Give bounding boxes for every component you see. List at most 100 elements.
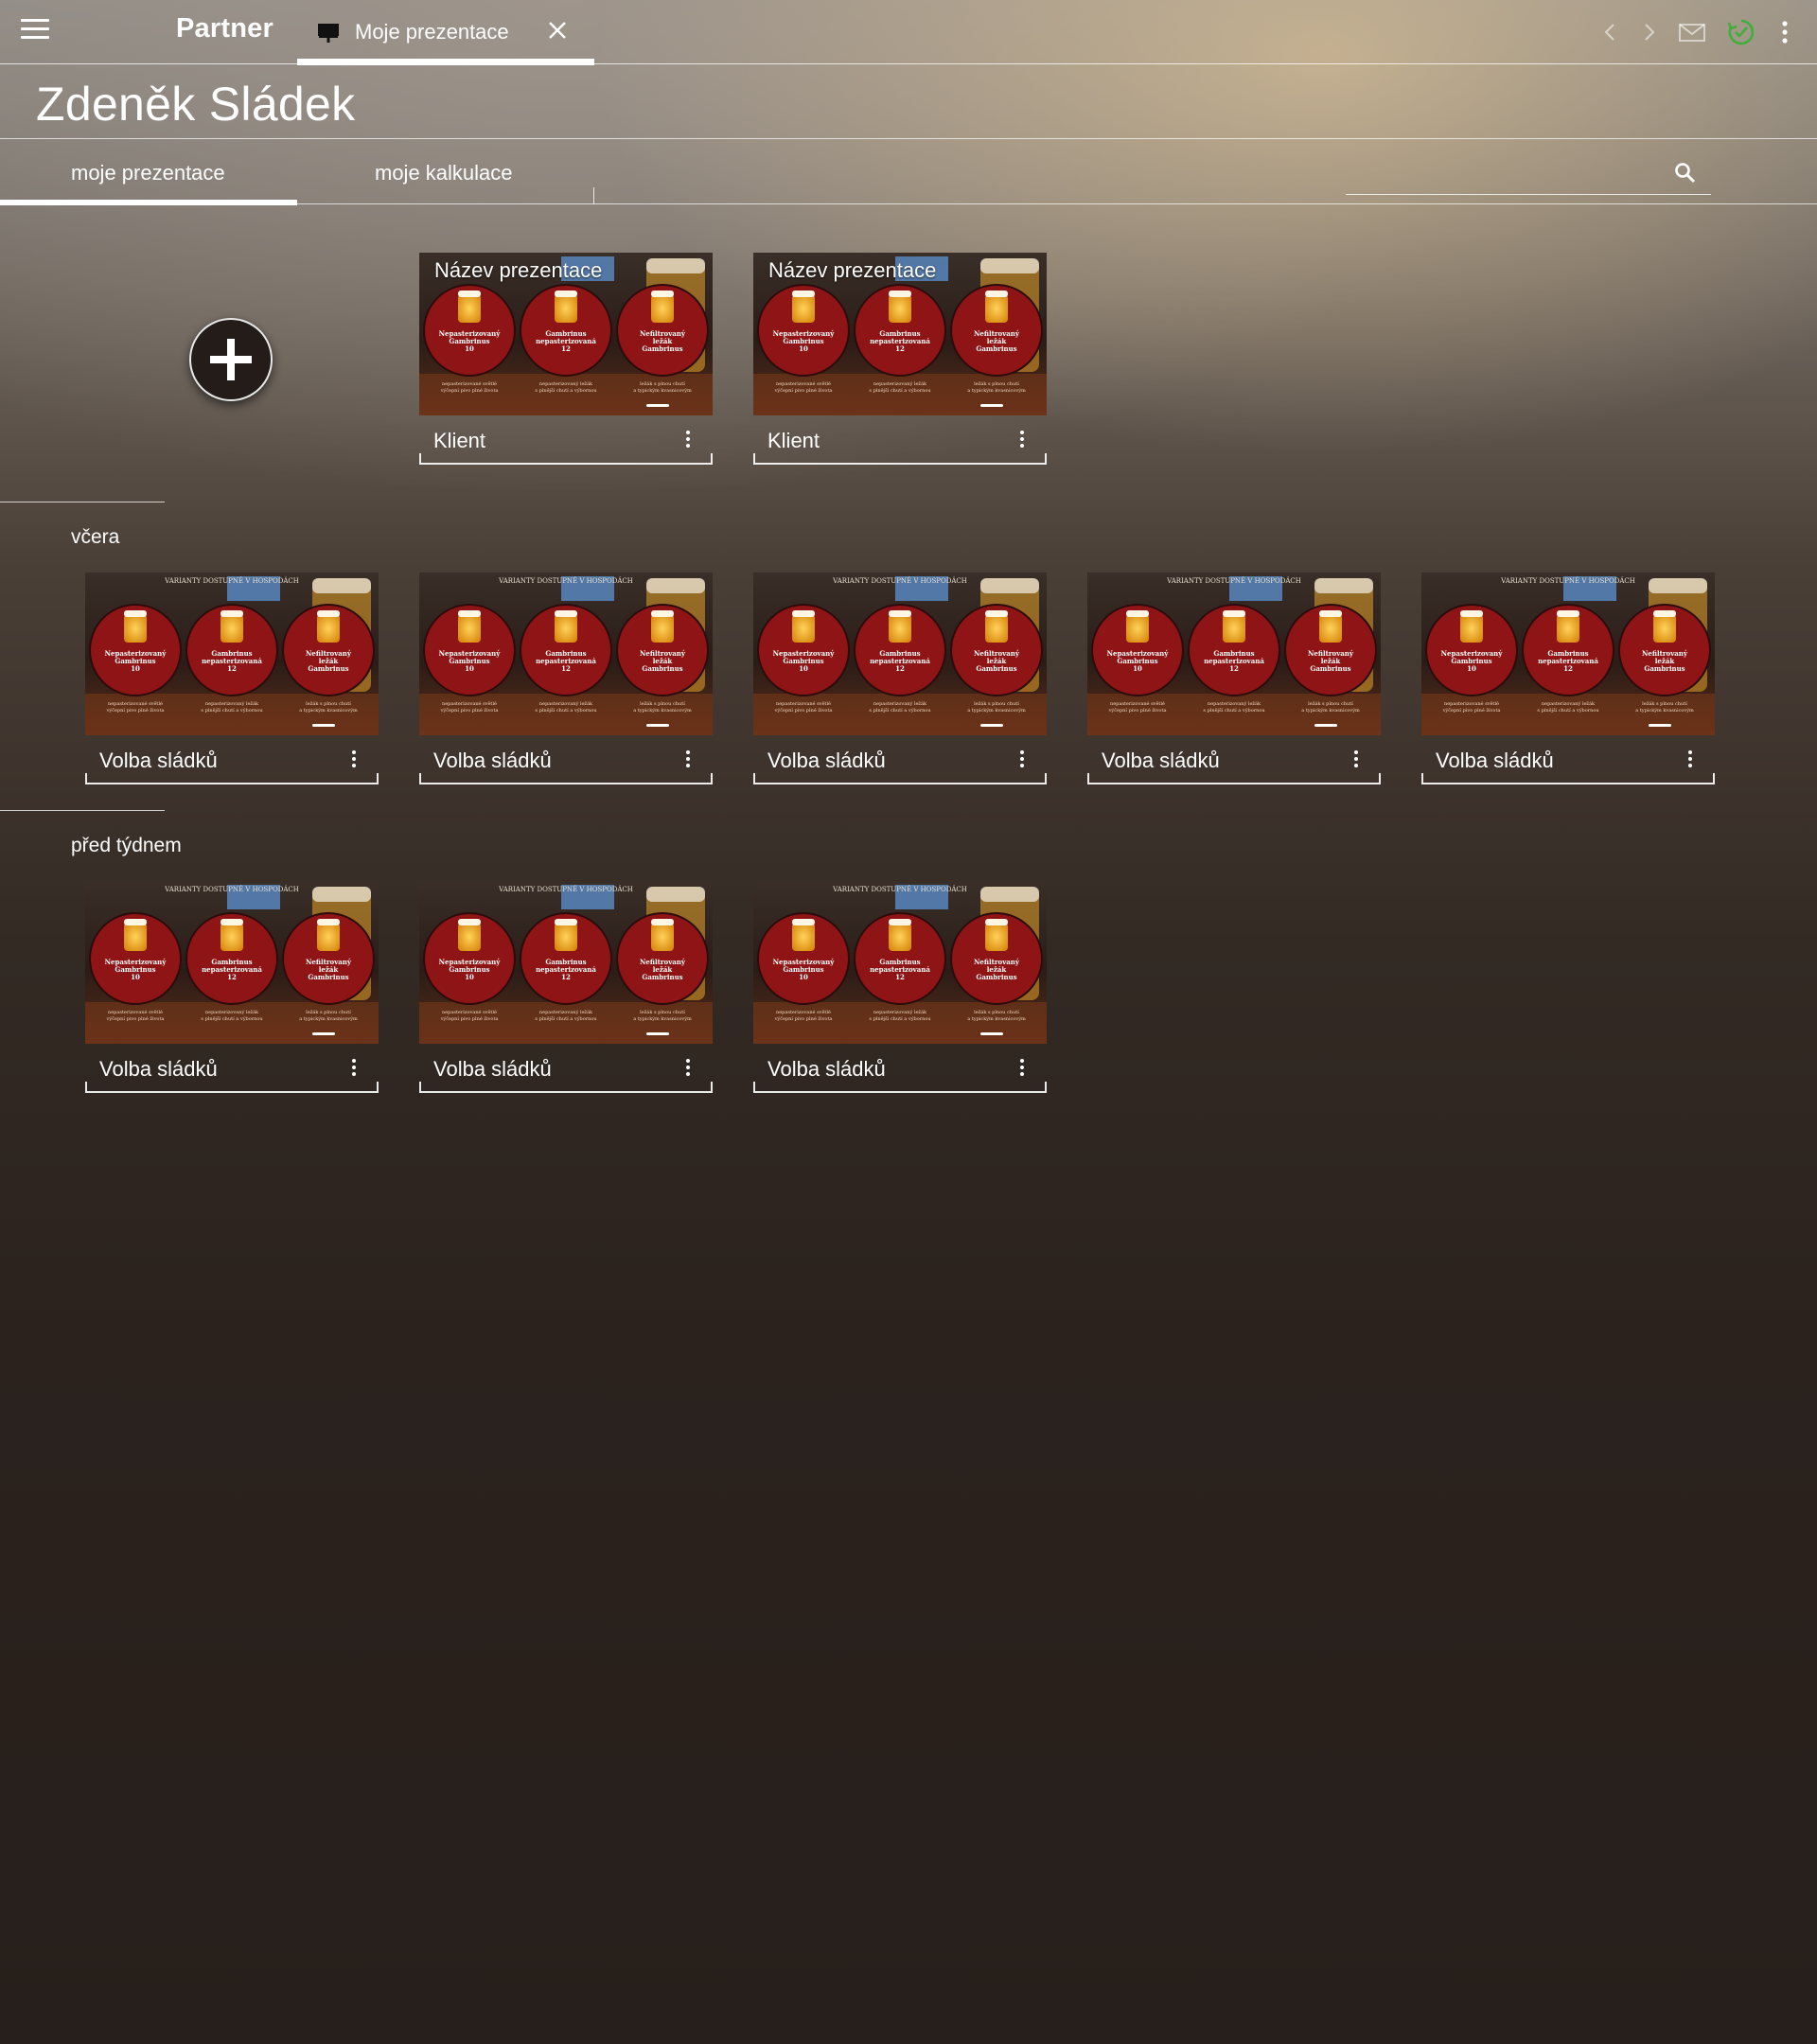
svg-text:ležák s plnou chutí: ležák s plnou chutí xyxy=(1308,700,1353,707)
card-caption: Volba sládků xyxy=(433,1057,552,1081)
svg-text:nepasterizovaný ležák: nepasterizovaný ležák xyxy=(873,700,927,707)
svg-text:12: 12 xyxy=(895,973,905,981)
search-input[interactable] xyxy=(1346,151,1667,193)
section-divider xyxy=(0,810,165,811)
presentation-icon xyxy=(318,24,339,43)
tab-moje-prezentace-list[interactable]: moje prezentace xyxy=(0,140,297,205)
svg-text:10: 10 xyxy=(1133,664,1142,673)
more-vert-icon[interactable] xyxy=(344,1057,363,1082)
presentation-card[interactable]: Nepasterizovaný Gambrinus 10 nepasterizovan… xyxy=(419,253,713,465)
svg-text:a typickým kvasnicovým: a typickým kvasnicovým xyxy=(967,707,1026,714)
svg-text:12: 12 xyxy=(561,973,571,981)
card-caption: Volba sládků xyxy=(1102,749,1220,772)
subtab-label: moje kalkulace xyxy=(375,161,513,185)
svg-text:s plnější chutí a výbornou: s plnější chutí a výbornou xyxy=(535,387,597,394)
more-vert-icon[interactable] xyxy=(1347,749,1366,773)
presentation-card[interactable]: VARIANTY DOSTUPNÉ V HOSPODÁCH Nepasterizo… xyxy=(1087,573,1381,784)
svg-text:12: 12 xyxy=(1563,664,1573,673)
svg-text:ležák s plnou chutí: ležák s plnou chutí xyxy=(640,1009,685,1015)
svg-text:12: 12 xyxy=(227,664,237,673)
tab-active-indicator xyxy=(297,59,594,65)
card-caption-bar: Volba sládků xyxy=(419,1044,713,1093)
svg-text:VARIANTY DOSTUPNÉ V HOSPODÁCH: VARIANTY DOSTUPNÉ V HOSPODÁCH xyxy=(832,576,967,585)
hamburger-icon[interactable] xyxy=(21,19,49,42)
svg-text:Gambrinus: Gambrinus xyxy=(642,344,682,353)
card-caption-bar: Volba sládků xyxy=(753,1044,1047,1093)
presentation-card[interactable]: Nepasterizovaný Gambrinus 10 nepasterizovan… xyxy=(753,253,1047,465)
presentation-card[interactable]: VARIANTY DOSTUPNÉ V HOSPODÁCH Nepasterizo… xyxy=(85,881,379,1093)
chevron-left-icon[interactable] xyxy=(1596,17,1626,47)
more-vert-icon[interactable] xyxy=(1770,17,1800,47)
svg-text:10: 10 xyxy=(465,664,474,673)
more-vert-icon[interactable] xyxy=(1681,749,1700,773)
card-caption: Volba sládků xyxy=(433,749,552,772)
brand-title: Partner xyxy=(176,13,273,44)
svg-text:ležák s plnou chutí: ležák s plnou chutí xyxy=(640,380,685,387)
svg-text:ležák s plnou chutí: ležák s plnou chutí xyxy=(974,1009,1019,1015)
more-vert-icon[interactable] xyxy=(679,1057,697,1082)
subtab-active-indicator xyxy=(0,200,297,205)
add-presentation-button[interactable] xyxy=(189,318,273,401)
svg-text:ležák s plnou chutí: ležák s plnou chutí xyxy=(306,700,351,707)
svg-text:a typickým kvasnicovým: a typickým kvasnicovým xyxy=(633,707,692,714)
presentation-card[interactable]: VARIANTY DOSTUPNÉ V HOSPODÁCH Nepasterizo… xyxy=(753,573,1047,784)
svg-text:12: 12 xyxy=(561,344,571,353)
svg-text:nepasterizované světlé: nepasterizované světlé xyxy=(776,380,831,387)
svg-text:Gambrinus: Gambrinus xyxy=(642,664,682,673)
svg-text:Gambrinus: Gambrinus xyxy=(1644,664,1685,673)
sync-check-icon[interactable] xyxy=(1726,17,1756,47)
presentation-card[interactable]: VARIANTY DOSTUPNÉ V HOSPODÁCH Nepasterizo… xyxy=(85,573,379,784)
svg-text:nepasterizovaný ležák: nepasterizovaný ležák xyxy=(873,1009,927,1015)
presentation-card[interactable]: VARIANTY DOSTUPNÉ V HOSPODÁCH Nepasterizo… xyxy=(419,573,713,784)
svg-text:s plnější chutí a výbornou: s plnější chutí a výbornou xyxy=(1203,707,1265,714)
more-vert-icon[interactable] xyxy=(679,429,697,453)
svg-text:VARIANTY DOSTUPNÉ V HOSPODÁCH: VARIANTY DOSTUPNÉ V HOSPODÁCH xyxy=(498,885,633,893)
search-icon[interactable] xyxy=(1673,161,1698,185)
more-vert-icon[interactable] xyxy=(344,749,363,773)
svg-text:Gambrinus: Gambrinus xyxy=(308,664,348,673)
user-header: Zdeněk Sládek xyxy=(0,65,1817,139)
svg-text:ležák s plnou chutí: ležák s plnou chutí xyxy=(974,700,1019,707)
card-caption-bar: Volba sládků xyxy=(85,735,379,784)
svg-text:VARIANTY DOSTUPNÉ V HOSPODÁCH: VARIANTY DOSTUPNÉ V HOSPODÁCH xyxy=(1500,576,1635,585)
svg-text:nepasterizované světlé: nepasterizované světlé xyxy=(1444,700,1499,707)
presentation-card[interactable]: VARIANTY DOSTUPNÉ V HOSPODÁCH Nepasterizo… xyxy=(419,881,713,1093)
svg-text:výčepní pivo plné života: výčepní pivo plné života xyxy=(106,1015,165,1022)
tab-moje-kalkulace[interactable]: moje kalkulace xyxy=(297,140,594,204)
svg-text:12: 12 xyxy=(895,664,905,673)
card-caption: Volba sládků xyxy=(767,1057,886,1081)
tab-moje-prezentace[interactable]: Moje prezentace xyxy=(297,0,594,65)
svg-text:nepasterizovaný ležák: nepasterizovaný ležák xyxy=(539,380,593,387)
presentation-thumbnail: VARIANTY DOSTUPNÉ V HOSPODÁCH Nepasterizo… xyxy=(1087,573,1381,735)
close-icon[interactable] xyxy=(543,16,572,44)
card-caption: Volba sládků xyxy=(99,1057,218,1081)
presentation-card[interactable]: VARIANTY DOSTUPNÉ V HOSPODÁCH Nepasterizo… xyxy=(1421,573,1715,784)
svg-text:nepasterizované světlé: nepasterizované světlé xyxy=(442,380,497,387)
more-vert-icon[interactable] xyxy=(1013,749,1032,773)
card-caption-bar: Volba sládků xyxy=(753,735,1047,784)
svg-text:12: 12 xyxy=(895,344,905,353)
more-vert-icon[interactable] xyxy=(1013,1057,1032,1082)
svg-text:s plnější chutí a výbornou: s plnější chutí a výbornou xyxy=(535,707,597,714)
svg-text:a typickým kvasnicovým: a typickým kvasnicovým xyxy=(633,387,692,394)
svg-text:nepasterizované světlé: nepasterizované světlé xyxy=(776,1009,831,1015)
svg-text:výčepní pivo plné života: výčepní pivo plné života xyxy=(440,387,499,394)
svg-text:VARIANTY DOSTUPNÉ V HOSPODÁCH: VARIANTY DOSTUPNÉ V HOSPODÁCH xyxy=(1166,576,1301,585)
svg-text:a typickým kvasnicovým: a typickým kvasnicovým xyxy=(299,707,358,714)
more-vert-icon[interactable] xyxy=(679,749,697,773)
svg-text:s plnější chutí a výbornou: s plnější chutí a výbornou xyxy=(869,707,931,714)
svg-text:výčepní pivo plné života: výčepní pivo plné života xyxy=(106,707,165,714)
svg-text:výčepní pivo plné života: výčepní pivo plné života xyxy=(1108,707,1167,714)
svg-text:výčepní pivo plné života: výčepní pivo plné života xyxy=(1442,707,1501,714)
card-caption-bar: Klient xyxy=(419,415,713,465)
svg-text:12: 12 xyxy=(1229,664,1239,673)
more-vert-icon[interactable] xyxy=(1013,429,1032,453)
presentation-thumbnail: VARIANTY DOSTUPNÉ V HOSPODÁCH Nepasterizo… xyxy=(753,881,1047,1044)
presentation-card[interactable]: VARIANTY DOSTUPNÉ V HOSPODÁCH Nepasterizo… xyxy=(753,881,1047,1093)
svg-text:VARIANTY DOSTUPNÉ V HOSPODÁCH: VARIANTY DOSTUPNÉ V HOSPODÁCH xyxy=(832,885,967,893)
card-caption-bar: Volba sládků xyxy=(419,735,713,784)
mail-icon[interactable] xyxy=(1677,17,1707,47)
svg-text:s plnější chutí a výbornou: s plnější chutí a výbornou xyxy=(869,387,931,394)
card-caption: Volba sládků xyxy=(767,749,886,772)
chevron-right-icon[interactable] xyxy=(1633,17,1664,47)
